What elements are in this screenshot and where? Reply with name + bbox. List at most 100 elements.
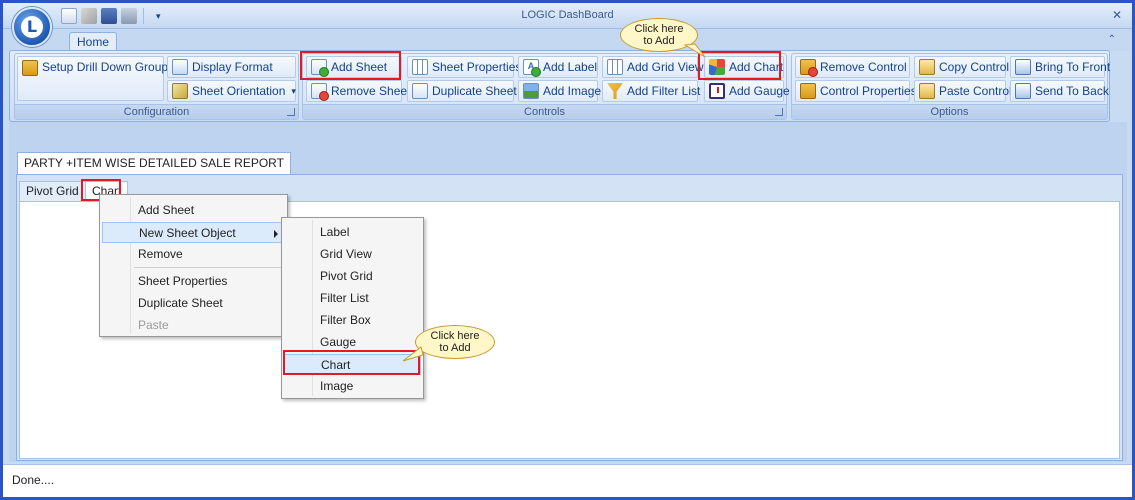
app-logo-icon: L (21, 16, 43, 38)
menu-item-sheet-properties[interactable]: Sheet Properties (102, 271, 285, 292)
send-to-back-icon (1015, 83, 1031, 99)
submenu-item-label[interactable]: Label (284, 222, 421, 243)
remove-control-icon (800, 59, 818, 77)
paste-control-button[interactable]: Paste Control (914, 80, 1012, 102)
add-label-icon: A (523, 59, 541, 77)
submenu-item-filter-box[interactable]: Filter Box (284, 310, 421, 331)
group-label-controls: Controls (303, 104, 786, 119)
submenu-item-pivot-grid[interactable]: Pivot Grid (284, 266, 421, 287)
menu-item-remove[interactable]: Remove (102, 244, 285, 265)
paste-control-label: Paste Control (939, 84, 1012, 98)
group-options: Remove Control Control Properties Copy C… (791, 53, 1110, 120)
bring-to-front-label: Bring To Front (1035, 60, 1111, 74)
status-bar: Done.... (3, 464, 1132, 497)
add-label-button[interactable]: A Add Label (518, 56, 598, 78)
remove-sheet-icon (311, 83, 329, 101)
context-menu: Add Sheet New Sheet Object Remove Sheet … (99, 194, 288, 337)
add-label-label: Add Label (543, 60, 598, 74)
add-sheet-button[interactable]: Add Sheet (306, 56, 402, 78)
copy-control-label: Copy Control (939, 60, 1010, 74)
menu-item-paste: Paste (138, 318, 169, 332)
sheet-orientation-icon (172, 83, 188, 99)
setup-drill-down-groups-label: Setup Drill Down Groups (42, 60, 175, 74)
group-controls: Add Sheet Remove Sheet Sheet Properties … (302, 53, 790, 120)
callout-menu-tail (402, 346, 424, 362)
pie-chart-icon (709, 59, 725, 75)
ribbon: Setup Drill Down Groups Display Format S… (9, 50, 1110, 122)
submenu-item-filter-list[interactable]: Filter List (284, 288, 421, 309)
chevron-down-icon: ▾ (291, 85, 296, 96)
add-gauge-label: Add Gauge (729, 84, 790, 98)
group-label-configuration: Configuration (15, 104, 298, 119)
copy-control-icon (919, 59, 935, 75)
submenu-arrow-icon (274, 230, 278, 238)
ribbon-collapse-icon[interactable]: ⌃ (1108, 34, 1116, 45)
configuration-dialog-launcher-icon[interactable] (287, 108, 295, 116)
menu-item-duplicate-sheet[interactable]: Duplicate Sheet (102, 293, 285, 314)
add-gauge-button[interactable]: Add Gauge (704, 80, 790, 102)
menu-item-add-sheet[interactable]: Add Sheet (102, 200, 285, 221)
add-sheet-label: Add Sheet (331, 60, 388, 74)
display-format-label: Display Format (192, 60, 273, 74)
group-configuration: Setup Drill Down Groups Display Format S… (14, 53, 299, 120)
submenu-item-image[interactable]: Image (284, 376, 421, 397)
send-to-back-button[interactable]: Send To Back (1010, 80, 1109, 102)
setup-drill-down-groups-button[interactable]: Setup Drill Down Groups (17, 56, 174, 101)
application-menu-button[interactable]: L (12, 7, 52, 47)
add-filter-list-button[interactable]: Add Filter List (602, 80, 701, 102)
duplicate-sheet-button[interactable]: Duplicate Sheet (407, 80, 517, 102)
submenu-item-grid-view[interactable]: Grid View (284, 244, 421, 265)
add-grid-view-button[interactable]: Add Grid View (602, 56, 703, 78)
submenu-new-sheet-object: Label Grid View Pivot Grid Filter List F… (281, 217, 424, 399)
sheet-properties-label: Sheet Properties (432, 60, 522, 74)
display-format-button[interactable]: Display Format (167, 56, 296, 78)
control-properties-button[interactable]: Control Properties (795, 80, 917, 102)
add-image-label: Add Image (543, 84, 602, 98)
callout-menu-line1: Click here (430, 330, 480, 342)
paste-control-icon (919, 83, 935, 99)
sheet-orientation-button[interactable]: Sheet Orientation ▾ (167, 80, 296, 102)
display-format-icon (172, 59, 188, 75)
sheet-orientation-label: Sheet Orientation (192, 84, 286, 98)
bring-to-front-button[interactable]: Bring To Front (1010, 56, 1110, 78)
bring-to-front-icon (1015, 59, 1031, 75)
add-chart-label: Add Chart (729, 60, 784, 74)
sheet-properties-button[interactable]: Sheet Properties (407, 56, 521, 78)
menu-item-new-sheet-object-label: New Sheet Object (139, 226, 236, 240)
add-chart-button[interactable]: Add Chart (704, 56, 784, 78)
app-window: ▾ LOGIC DashBoard ✕ L Home ⌃ Setup Drill… (0, 0, 1135, 500)
sheet-properties-icon (412, 59, 428, 75)
duplicate-sheet-icon (412, 83, 428, 99)
remove-control-button[interactable]: Remove Control (795, 56, 910, 78)
gauge-icon (709, 83, 725, 99)
filter-list-icon (607, 83, 623, 99)
drill-down-icon (22, 60, 38, 76)
menu-item-new-sheet-object[interactable]: New Sheet Object (102, 222, 285, 243)
window-title: LOGIC DashBoard (521, 9, 614, 21)
duplicate-sheet-label: Duplicate Sheet (432, 84, 517, 98)
tab-home[interactable]: Home (69, 32, 117, 52)
send-to-back-label: Send To Back (1035, 84, 1109, 98)
subtab-pivot-grid[interactable]: Pivot Grid (19, 181, 86, 201)
controls-dialog-launcher-icon[interactable] (775, 108, 783, 116)
group-label-options: Options (792, 104, 1107, 119)
menu-separator (134, 267, 284, 268)
remove-sheet-label: Remove Sheet (331, 84, 411, 98)
title-bar: ▾ LOGIC DashBoard ✕ (3, 3, 1132, 29)
add-image-icon (523, 83, 539, 99)
callout-menu: Click here to Add (415, 325, 495, 359)
add-filter-list-label: Add Filter List (627, 84, 701, 98)
callout-menu-line2: to Add (439, 342, 471, 354)
report-tab[interactable]: PARTY +ITEM WISE DETAILED SALE REPORT (17, 152, 291, 174)
status-text: Done.... (12, 473, 55, 487)
add-grid-view-label: Add Grid View (627, 60, 704, 74)
ribbon-tab-strip: Home ⌃ (3, 29, 1132, 52)
copy-control-button[interactable]: Copy Control (914, 56, 1010, 78)
window-close-button[interactable]: ✕ (1108, 7, 1126, 23)
callout-top-line1: Click here (634, 23, 684, 35)
add-sheet-icon (311, 59, 329, 77)
grid-view-icon (607, 59, 623, 75)
remove-sheet-button[interactable]: Remove Sheet (306, 80, 410, 102)
add-image-button[interactable]: Add Image (518, 80, 602, 102)
callout-top-tail (683, 43, 706, 58)
